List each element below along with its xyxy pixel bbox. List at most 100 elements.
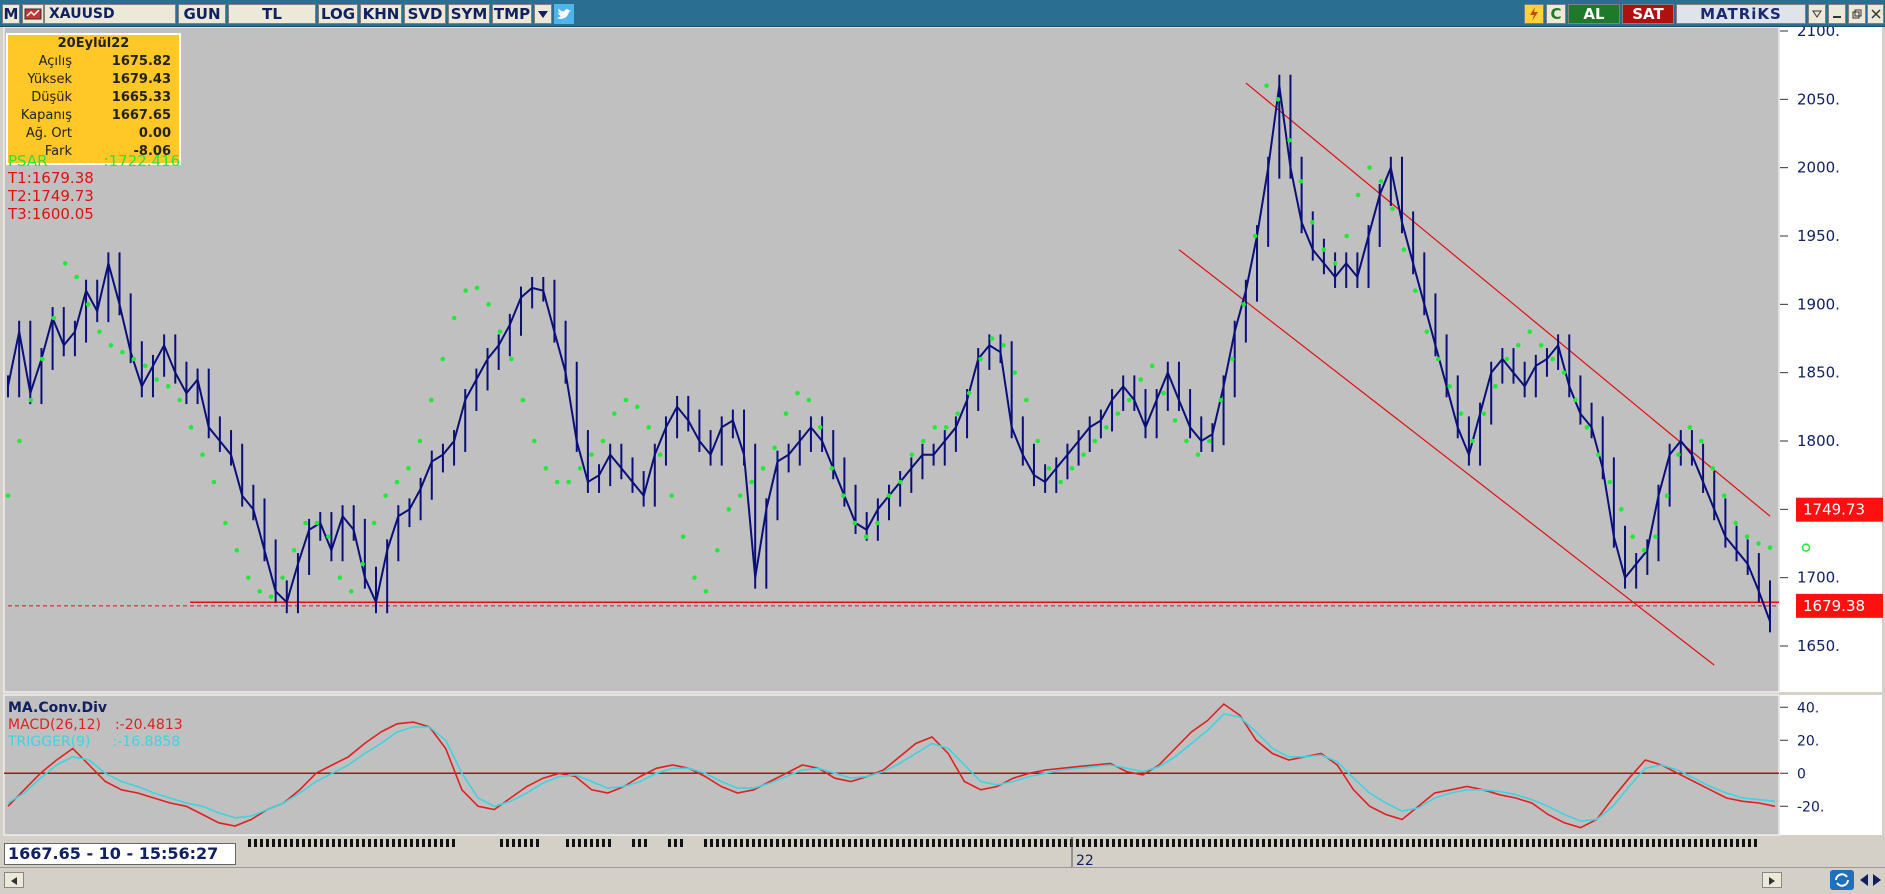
time-tick bbox=[1136, 839, 1139, 847]
log-button[interactable]: LOG bbox=[318, 4, 358, 24]
symbol-icon[interactable] bbox=[22, 4, 44, 24]
psar-dot bbox=[245, 575, 251, 580]
time-tick bbox=[1106, 839, 1109, 847]
al-button[interactable]: AL bbox=[1568, 4, 1620, 24]
sat-button[interactable]: SAT bbox=[1622, 4, 1674, 24]
time-tick bbox=[1076, 839, 1079, 847]
time-tick bbox=[872, 839, 875, 847]
time-tick bbox=[1628, 839, 1631, 847]
y-tick-label: 1900. bbox=[1797, 295, 1840, 313]
scroll-right-button[interactable] bbox=[1762, 872, 1782, 888]
gun-button[interactable]: GUN bbox=[178, 4, 226, 24]
time-tick bbox=[1646, 839, 1649, 847]
svd-button[interactable]: SVD bbox=[404, 4, 446, 24]
time-tick bbox=[854, 839, 857, 847]
psar-dot bbox=[1275, 97, 1281, 102]
time-tick bbox=[1508, 839, 1511, 847]
dropdown-arrow-icon[interactable] bbox=[534, 4, 552, 24]
time-tick bbox=[1682, 839, 1685, 847]
ohlc-value: 1679.43 bbox=[111, 72, 171, 87]
psar-dot bbox=[417, 438, 423, 444]
time-tick bbox=[734, 839, 737, 847]
time-tick bbox=[1406, 839, 1409, 847]
psar-dot bbox=[120, 349, 125, 355]
ohlc-label: Ağ. Ort bbox=[25, 126, 72, 141]
ohlc-value: 1667.65 bbox=[111, 108, 171, 123]
dropdown-icon[interactable] bbox=[1808, 4, 1826, 24]
time-tick bbox=[1364, 839, 1367, 847]
price-badge-label: 1749.73 bbox=[1803, 501, 1865, 519]
psar-dot bbox=[1218, 397, 1224, 403]
psar-dot bbox=[737, 493, 743, 498]
khn-button[interactable]: KHN bbox=[360, 4, 402, 24]
time-tick bbox=[836, 839, 839, 847]
macd-panel-title: MA.Conv.Div bbox=[8, 700, 108, 716]
ohlc-value: 0.00 bbox=[138, 126, 171, 141]
psar-dot bbox=[85, 302, 91, 307]
time-tick bbox=[1598, 839, 1601, 847]
psar-dot bbox=[966, 390, 972, 396]
time-tick bbox=[572, 839, 575, 847]
nav-left-icon[interactable] bbox=[1858, 872, 1870, 888]
psar-dot bbox=[451, 315, 457, 321]
time-tick bbox=[980, 839, 983, 847]
time-tick bbox=[1028, 839, 1031, 847]
time-tick bbox=[884, 839, 887, 847]
psar-dot bbox=[62, 261, 68, 266]
psar-dot bbox=[142, 363, 148, 369]
scroll-left-button[interactable] bbox=[4, 872, 24, 888]
psar-dot bbox=[1115, 411, 1121, 416]
time-tick bbox=[1430, 839, 1433, 847]
psar-dot bbox=[1447, 384, 1452, 389]
psar-dot bbox=[497, 329, 503, 334]
psar-dot bbox=[955, 411, 960, 416]
macd-value: :-20.4813 bbox=[114, 717, 183, 733]
psar-dot bbox=[1767, 545, 1773, 550]
time-tick bbox=[1652, 839, 1655, 847]
trigger-legend: TRIGGER(9):-16.8858 bbox=[8, 734, 180, 750]
psar-dot bbox=[1401, 247, 1407, 252]
lightning-icon[interactable] bbox=[1524, 4, 1544, 24]
psar-dot bbox=[806, 397, 812, 403]
time-tick bbox=[326, 839, 329, 847]
psar-dot bbox=[165, 384, 171, 389]
time-tick bbox=[1454, 839, 1457, 847]
sym-button[interactable]: SYM bbox=[448, 4, 490, 24]
tmp-button[interactable]: TMP bbox=[492, 4, 532, 24]
target-3-label: T3:1600.05 bbox=[8, 205, 94, 223]
nav-right-icon[interactable] bbox=[1871, 872, 1883, 888]
time-tick bbox=[566, 839, 569, 847]
time-tick bbox=[1142, 839, 1145, 847]
psar-dot bbox=[486, 302, 491, 307]
psar-dot bbox=[1561, 370, 1567, 375]
app-logo[interactable]: M bbox=[2, 4, 20, 24]
time-tick bbox=[1382, 839, 1385, 847]
symbol-field[interactable]: XAUUSD bbox=[44, 4, 176, 24]
time-tick bbox=[368, 839, 371, 847]
restore-icon[interactable] bbox=[1848, 4, 1866, 24]
psar-dot bbox=[909, 452, 915, 457]
c-button[interactable]: C bbox=[1546, 4, 1566, 24]
time-tick bbox=[404, 839, 407, 847]
psar-dot bbox=[1607, 479, 1613, 485]
time-tick bbox=[1586, 839, 1589, 847]
psar-dot bbox=[840, 493, 846, 498]
chart-area: 2100.2050.2000.1950.1900.1850.1800.1750.… bbox=[0, 22, 1885, 869]
psar-dot bbox=[326, 534, 331, 539]
psar-dot bbox=[211, 479, 217, 485]
psar-dot bbox=[898, 479, 903, 485]
time-tick bbox=[302, 839, 305, 847]
psar-dot bbox=[1756, 541, 1761, 546]
refresh-icon[interactable] bbox=[1830, 870, 1854, 890]
close-icon[interactable] bbox=[1867, 4, 1884, 24]
minimize-icon[interactable] bbox=[1828, 4, 1846, 24]
time-tick bbox=[440, 839, 443, 847]
twitter-icon[interactable] bbox=[554, 4, 574, 24]
time-tick bbox=[1700, 839, 1703, 847]
tl-button[interactable]: TL bbox=[228, 4, 316, 24]
psar-dot bbox=[1641, 548, 1647, 553]
time-tick bbox=[1112, 839, 1115, 847]
time-tick bbox=[1436, 839, 1439, 847]
time-tick bbox=[1634, 839, 1637, 847]
psar-dot bbox=[1321, 247, 1327, 252]
